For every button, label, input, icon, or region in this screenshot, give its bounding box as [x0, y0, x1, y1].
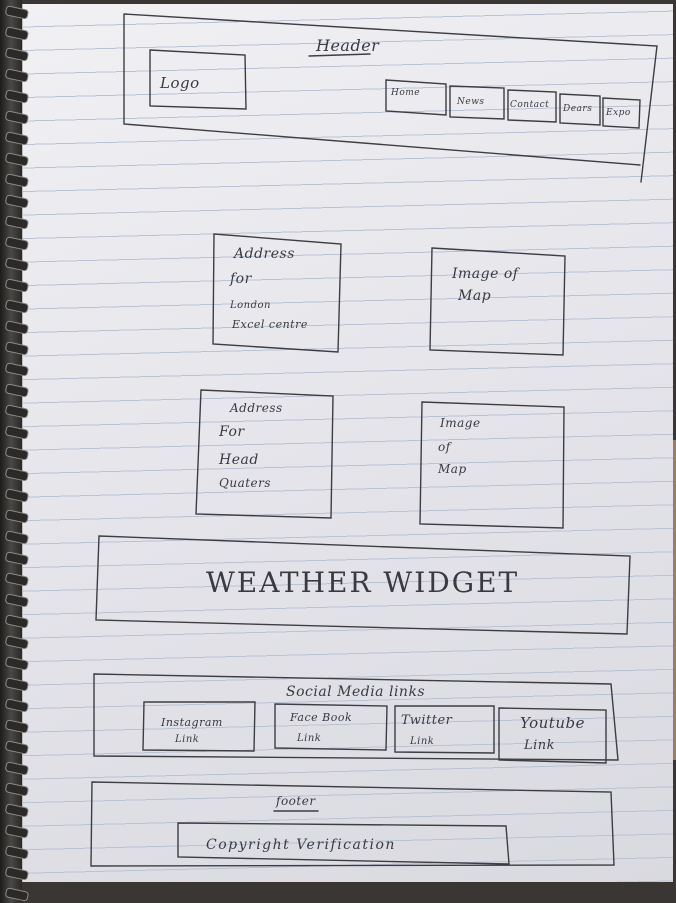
- hq-map-label-line-3: Map: [438, 462, 467, 476]
- hq-address-line-3: Head: [219, 452, 259, 468]
- nav-item-contact[interactable]: Contact: [510, 100, 549, 110]
- copyright-verification: Copyright Verification: [206, 837, 396, 853]
- weather-widget-label: WEATHER WIDGET: [206, 566, 520, 599]
- logo-label: Logo: [160, 74, 200, 92]
- hq-map-label-line-1: Image: [440, 416, 481, 430]
- youtube-link-text[interactable]: Youtube: [520, 714, 585, 732]
- nav-item-home[interactable]: Home: [391, 88, 420, 98]
- nav-item-dears[interactable]: Dears: [563, 104, 592, 114]
- map-label-line-1: Image of: [452, 266, 519, 282]
- hq-address-line-1: Address: [230, 401, 283, 415]
- nav-item-expo[interactable]: Expo: [606, 108, 631, 118]
- social-media-title: Social Media links: [286, 684, 426, 700]
- address-line-3: London: [230, 300, 271, 311]
- twitter-link-text[interactable]: Twitter: [401, 713, 452, 728]
- address-line-2: for: [230, 271, 252, 287]
- twitter-link-sub[interactable]: Link: [410, 736, 434, 747]
- instagram-link-sub[interactable]: Link: [175, 734, 199, 745]
- hq-address-line-4: Quaters: [219, 476, 272, 490]
- map-label-line-2: Map: [458, 288, 492, 304]
- hq-address-line-2: For: [219, 424, 245, 440]
- youtube-link-sub[interactable]: Link: [524, 738, 555, 753]
- address-line-1: Address: [234, 246, 295, 262]
- facebook-link-text[interactable]: Face Book: [290, 711, 352, 724]
- hq-map-label-line-2: of: [438, 440, 451, 454]
- instagram-link-text[interactable]: Instagram: [161, 716, 223, 729]
- address-line-4: Excel centre: [232, 318, 308, 331]
- header-title: Header: [316, 36, 380, 55]
- nav-item-news[interactable]: News: [457, 97, 485, 107]
- facebook-link-sub[interactable]: Link: [297, 733, 321, 744]
- wireframe-sketch: [90, 13, 658, 867]
- footer-title: footer: [276, 794, 316, 808]
